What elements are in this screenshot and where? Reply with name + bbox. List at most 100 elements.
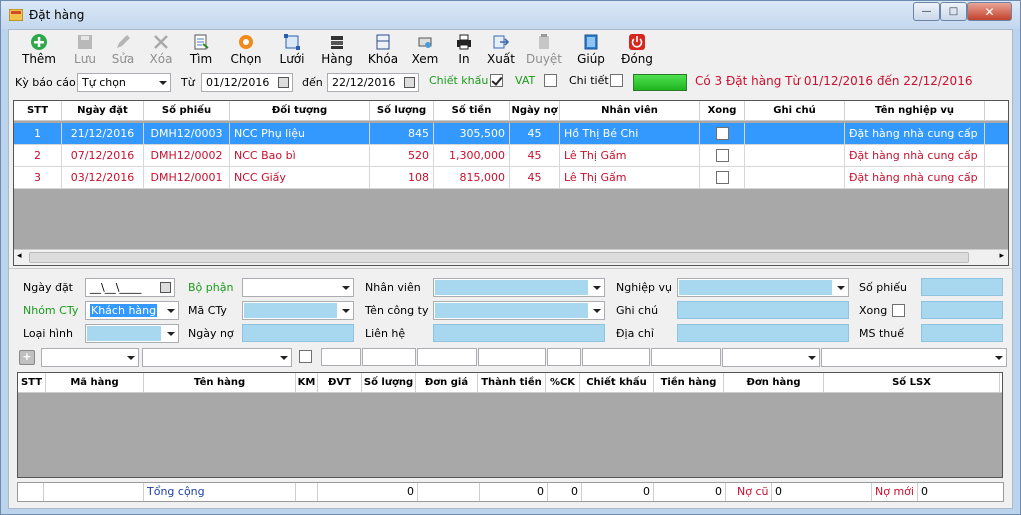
goods-button[interactable]: Hàng: [317, 33, 357, 69]
chiet-khau-label: Chiết khấu: [429, 74, 489, 87]
chi-tiet-checkbox[interactable]: [610, 74, 623, 87]
gear-icon: [239, 35, 253, 49]
detail-km-checkbox[interactable]: [299, 350, 312, 363]
detail-don-gia-field[interactable]: [417, 348, 477, 366]
scroll-thumb[interactable]: [29, 252, 969, 263]
detail-ma-hang-select[interactable]: [41, 348, 139, 367]
horizontal-scrollbar[interactable]: ◂ ▸: [14, 249, 1008, 265]
col-tien-hang[interactable]: Tiền hàng: [654, 373, 724, 393]
den-date-picker[interactable]: 22/12/2016: [327, 73, 419, 92]
col-ghi-chu[interactable]: Ghi chú: [745, 101, 845, 121]
detail-dvt-field[interactable]: [321, 348, 361, 366]
col-ten-nghiep-vu[interactable]: Tên nghiệp vụ: [845, 101, 985, 121]
detail-tien-hang-field[interactable]: [651, 348, 721, 366]
scroll-right-icon[interactable]: ▸: [999, 251, 1004, 261]
col-doi-tuong[interactable]: Đối tượng: [230, 101, 370, 121]
bo-phan-select[interactable]: [242, 278, 354, 297]
nghiep-vu-select[interactable]: [677, 278, 849, 297]
save-icon: [78, 35, 92, 49]
col-so-lsx[interactable]: Số LSX: [824, 373, 1000, 393]
ngay-dat-picker[interactable]: __\__\____: [85, 278, 175, 297]
col-ck[interactable]: %CK: [546, 373, 580, 393]
col-ma-hang[interactable]: Mã hàng: [46, 373, 144, 393]
ngay-no-field[interactable]: [242, 324, 354, 342]
maximize-button[interactable]: □: [940, 2, 967, 21]
print-button[interactable]: In: [449, 33, 479, 69]
xong-checkbox[interactable]: [892, 304, 905, 317]
help-button[interactable]: Giúp: [573, 33, 609, 69]
chevron-down-icon: [808, 356, 816, 360]
dia-chi-field[interactable]: [677, 324, 849, 342]
so-phieu-field[interactable]: [921, 278, 1003, 296]
detail-ck-field[interactable]: [547, 348, 581, 366]
ky-bao-cao-select[interactable]: Tự chọn: [77, 73, 171, 92]
col-stt[interactable]: STT: [14, 101, 62, 121]
export-button[interactable]: Xuất: [483, 33, 519, 69]
delete-button[interactable]: Xóa: [143, 33, 179, 69]
ghi-chu-label: Ghi chú: [616, 304, 659, 317]
detail-so-luong-field[interactable]: [362, 348, 416, 366]
lock-button[interactable]: Khóa: [365, 33, 401, 69]
chiet-khau-checkbox[interactable]: [490, 74, 503, 87]
col-ngay-dat[interactable]: Ngày đặt: [62, 101, 144, 121]
col-so-tien[interactable]: Số tiền: [434, 101, 510, 121]
detail-so-lsx-select[interactable]: [821, 348, 1007, 367]
xong-field[interactable]: [921, 301, 1003, 319]
detail-don-hang-select[interactable]: [722, 348, 820, 367]
col-ten-hang[interactable]: Tên hàng: [144, 373, 296, 393]
ghi-chu-field[interactable]: [677, 301, 849, 319]
xong-checkbox[interactable]: [716, 171, 729, 184]
col-km[interactable]: KM: [296, 373, 318, 393]
choose-button[interactable]: Chọn: [227, 33, 265, 69]
total-tien-hang: 0: [654, 483, 726, 501]
edit-button[interactable]: Sửa: [105, 33, 141, 69]
table-row[interactable]: 2 07/12/2016 DMH12/0002 NCC Bao bì 520 1…: [14, 145, 1008, 167]
xong-checkbox[interactable]: [716, 149, 729, 162]
add-button[interactable]: Thêm: [19, 33, 59, 69]
table-row[interactable]: 3 03/12/2016 DMH12/0001 NCC Giấy 108 815…: [14, 167, 1008, 189]
approve-button[interactable]: Duyệt: [525, 33, 563, 69]
col-thanh-tien[interactable]: Thành tiền: [478, 373, 546, 393]
status-text: Có 3 Đặt hàng Từ 01/12/2016 đến 22/12/20…: [695, 74, 973, 88]
lien-he-field[interactable]: [433, 324, 605, 342]
ms-thue-field[interactable]: [921, 324, 1003, 342]
delete-icon: [154, 35, 168, 49]
order-grid: STT Ngày đặt Số phiếu Đối tượng Số lượng…: [13, 100, 1009, 266]
col-dvt[interactable]: ĐVT: [318, 373, 362, 393]
col-stt[interactable]: STT: [18, 373, 46, 393]
col-so-phieu[interactable]: Số phiếu: [144, 101, 230, 121]
detail-thanh-tien-field[interactable]: [478, 348, 546, 366]
col-ngay-no[interactable]: Ngày nợ: [510, 101, 560, 121]
col-so-luong[interactable]: Số lượng: [362, 373, 416, 393]
nhan-vien-select[interactable]: [433, 278, 605, 297]
table-row[interactable]: 1 21/12/2016 DMH12/0003 NCC Phụ liệu 845…: [14, 123, 1008, 145]
col-chiet-khau[interactable]: Chiết khấu: [580, 373, 654, 393]
save-button[interactable]: Lưu: [67, 33, 103, 69]
ten-cong-ty-select[interactable]: [433, 301, 605, 320]
grid-button[interactable]: Lưới: [273, 33, 311, 69]
ma-cty-select[interactable]: [242, 301, 354, 320]
tu-date-picker[interactable]: 01/12/2016: [201, 73, 293, 92]
col-don-gia[interactable]: Đơn giá: [416, 373, 478, 393]
find-button[interactable]: Tìm: [183, 33, 219, 69]
calendar-icon: [160, 282, 171, 293]
close-button[interactable]: ✕: [967, 2, 1012, 21]
detail-chiet-khau-field[interactable]: [582, 348, 650, 366]
loai-hinh-select[interactable]: [85, 324, 179, 343]
add-row-button[interactable]: +: [19, 350, 35, 365]
divider: [9, 268, 1012, 269]
col-xong[interactable]: Xong: [700, 101, 745, 121]
scroll-left-icon[interactable]: ◂: [17, 251, 22, 261]
col-don-hang[interactable]: Đơn hàng: [724, 373, 824, 393]
minimize-button[interactable]: —: [913, 2, 940, 21]
col-so-luong[interactable]: Số lượng: [370, 101, 434, 121]
close-form-button[interactable]: Đóng: [617, 33, 657, 69]
view-button[interactable]: Xem: [407, 33, 443, 69]
vat-checkbox[interactable]: [544, 74, 557, 87]
col-nhan-vien[interactable]: Nhân viên: [560, 101, 700, 121]
calendar-icon: [278, 77, 289, 88]
detail-ten-hang-select[interactable]: [142, 348, 292, 367]
nhom-cty-select[interactable]: Khách hàng: [85, 301, 179, 320]
xong-checkbox[interactable]: [716, 127, 729, 140]
chevron-down-icon: [593, 309, 601, 313]
